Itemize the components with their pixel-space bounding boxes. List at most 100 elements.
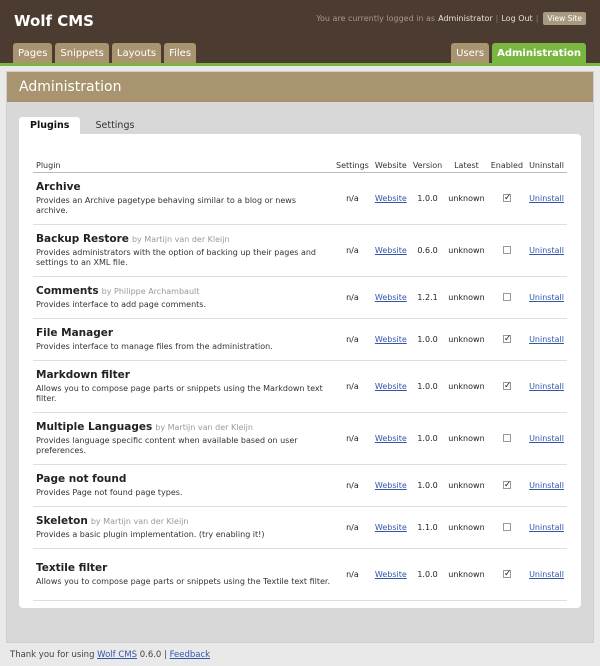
header-website: Website — [371, 160, 410, 173]
enabled-checkbox[interactable] — [502, 293, 511, 301]
latest-cell: unknown — [445, 412, 488, 465]
uninstall-cell: Uninstall — [526, 360, 567, 413]
header-version: Version — [409, 160, 446, 173]
latest-cell: unknown — [445, 360, 488, 413]
plugin-description: Provides an Archive pagetype behaving si… — [36, 195, 296, 215]
latest-cell: unknown — [445, 224, 488, 277]
website-cell: Website — [371, 412, 410, 465]
table-row: Multiple Languages by Martijn van der Kle… — [33, 412, 567, 465]
plugins-panel: Plugin Settings Website Version Latest E… — [19, 134, 581, 608]
website-link[interactable]: Website — [375, 293, 407, 302]
enabled-cell — [487, 276, 527, 319]
nav-underline — [0, 63, 600, 66]
plugin-description: Provides administrators with the option … — [36, 247, 316, 267]
website-cell: Website — [371, 548, 410, 601]
website-link[interactable]: Website — [375, 246, 407, 255]
enabled-checkbox[interactable] — [502, 434, 511, 442]
uninstall-link[interactable]: Uninstall — [529, 382, 564, 391]
settings-cell: n/a — [333, 506, 372, 549]
login-prefix: You are currently logged in as — [316, 14, 436, 23]
website-link[interactable]: Website — [375, 481, 407, 490]
enabled-cell — [487, 318, 527, 361]
uninstall-link[interactable]: Uninstall — [529, 481, 564, 490]
enabled-cell — [487, 360, 527, 413]
uninstall-link[interactable]: Uninstall — [529, 570, 564, 579]
plugin-cell: Backup Restore by Martijn van der Kleijn P… — [33, 224, 333, 277]
view-site-button[interactable]: View Site — [543, 12, 586, 25]
enabled-checkbox[interactable] — [502, 333, 511, 345]
website-cell: Website — [371, 172, 410, 225]
feedback-link[interactable]: Feedback — [170, 650, 210, 660]
tab-files[interactable]: Files — [164, 43, 197, 64]
enabled-checkbox[interactable] — [502, 568, 511, 580]
table-row: Skeleton by Martijn van der Kleijn Provide… — [33, 506, 567, 549]
website-link[interactable]: Website — [375, 382, 407, 391]
footer-version: 0.6.0 — [139, 650, 162, 660]
login-info: You are currently logged in as Administr… — [316, 12, 586, 25]
subtab-plugins[interactable]: Plugins — [19, 117, 81, 134]
uninstall-link[interactable]: Uninstall — [529, 246, 564, 255]
settings-cell: n/a — [333, 464, 372, 507]
uninstall-link[interactable]: Uninstall — [529, 434, 564, 443]
separator: | — [535, 14, 539, 23]
enabled-checkbox[interactable] — [502, 246, 511, 254]
website-link[interactable]: Website — [375, 194, 407, 203]
sub-tabs: Plugins Settings — [19, 117, 149, 134]
logout-link[interactable]: Log Out — [501, 14, 532, 23]
plugin-name: Multiple Languages — [36, 420, 153, 433]
uninstall-cell: Uninstall — [526, 412, 567, 465]
plugins-table: Plugin Settings Website Version Latest E… — [33, 160, 567, 601]
footer-prefix: Thank you for using — [10, 650, 95, 660]
website-link[interactable]: Website — [375, 523, 407, 532]
settings-cell: n/a — [333, 172, 372, 225]
enabled-checkbox[interactable] — [502, 192, 511, 204]
version-cell: 1.0.0 — [409, 464, 446, 507]
website-cell: Website — [371, 464, 410, 507]
plugin-cell: Textile filter Allows you to compose page… — [33, 548, 333, 601]
uninstall-cell: Uninstall — [526, 506, 567, 549]
plugin-description: Provides interface to manage files from … — [36, 341, 273, 351]
uninstall-link[interactable]: Uninstall — [529, 293, 564, 302]
latest-cell: unknown — [445, 172, 488, 225]
main-content: Administration Plugins Settings Plugin S… — [6, 71, 594, 643]
plugin-description: Allows you to compose page parts or snip… — [36, 576, 330, 586]
table-row: Backup Restore by Martijn van der Kleijn P… — [33, 224, 567, 277]
table-row: Archive Provides an Archive pagetype beha… — [33, 172, 567, 225]
website-link[interactable]: Website — [375, 335, 407, 344]
version-cell: 1.1.0 — [409, 506, 446, 549]
tab-users[interactable]: Users — [451, 43, 490, 64]
settings-cell: n/a — [333, 360, 372, 413]
enabled-cell — [487, 548, 527, 601]
website-cell: Website — [371, 360, 410, 413]
tab-administration[interactable]: Administration — [492, 43, 586, 64]
wolf-cms-link[interactable]: Wolf CMS — [97, 650, 137, 660]
enabled-checkbox[interactable] — [502, 380, 511, 392]
settings-cell: n/a — [333, 224, 372, 277]
plugin-name: Page not found — [36, 472, 127, 485]
header-settings: Settings — [333, 160, 372, 173]
table-header-row: Plugin Settings Website Version Latest E… — [33, 160, 567, 173]
enabled-cell — [487, 506, 527, 549]
tab-pages[interactable]: Pages — [13, 43, 53, 64]
plugin-description: Provides language specific content when … — [36, 435, 298, 455]
uninstall-link[interactable]: Uninstall — [529, 194, 564, 203]
uninstall-link[interactable]: Uninstall — [529, 523, 564, 532]
subtab-settings[interactable]: Settings — [83, 117, 147, 134]
plugin-name: Markdown filter — [36, 368, 130, 381]
settings-cell: n/a — [333, 412, 372, 465]
enabled-checkbox[interactable] — [502, 479, 511, 491]
uninstall-link[interactable]: Uninstall — [529, 335, 564, 344]
plugin-description: Allows you to compose page parts or snip… — [36, 383, 323, 403]
tab-snippets[interactable]: Snippets — [55, 43, 109, 64]
enabled-cell — [487, 464, 527, 507]
uninstall-cell: Uninstall — [526, 548, 567, 601]
uninstall-cell: Uninstall — [526, 464, 567, 507]
enabled-checkbox[interactable] — [502, 523, 511, 531]
website-link[interactable]: Website — [375, 434, 407, 443]
plugin-name: Backup Restore — [36, 232, 129, 245]
settings-cell: n/a — [333, 276, 372, 319]
website-link[interactable]: Website — [375, 570, 407, 579]
footer-separator: | — [164, 650, 167, 660]
tab-layouts[interactable]: Layouts — [111, 43, 162, 64]
table-row: Comments by Philippe Archambault Provides … — [33, 276, 567, 319]
